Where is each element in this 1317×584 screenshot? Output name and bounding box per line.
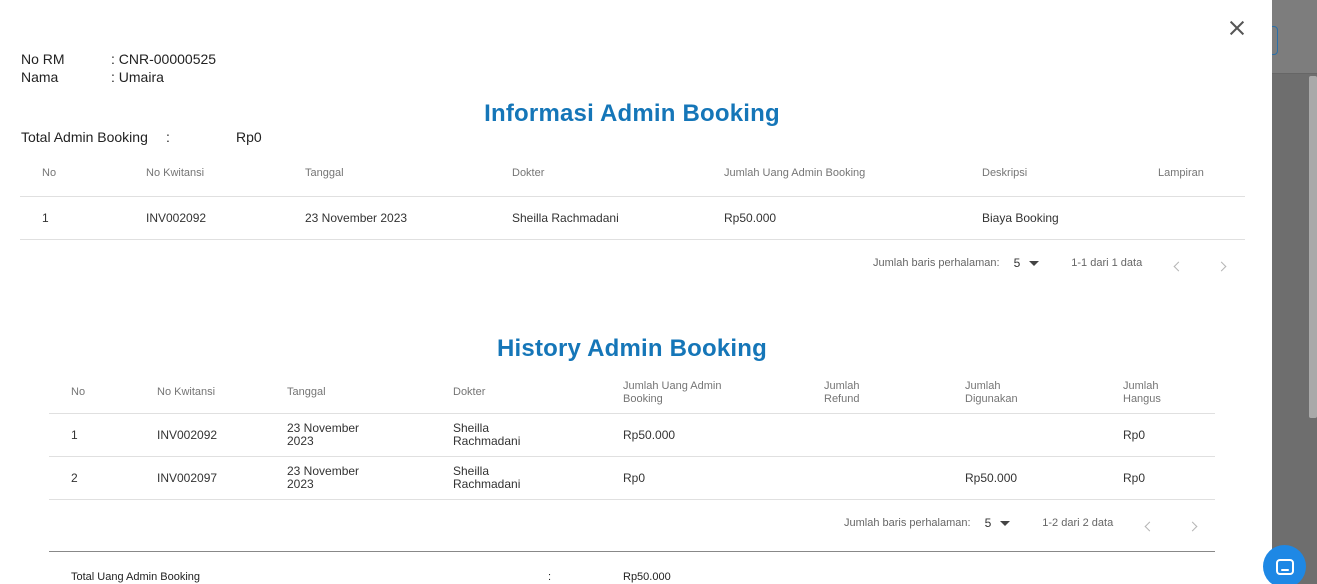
admin-booking-modal: No RM : CNR-00000525 Nama : Umaira Infor… bbox=[0, 0, 1272, 584]
total-separator: : bbox=[166, 129, 170, 145]
info-table: No No Kwitansi Tanggal Dokter Jumlah Uan… bbox=[20, 150, 1245, 240]
history-table-header: No No Kwitansi Tanggal Dokter Jumlah Uan… bbox=[49, 372, 1215, 414]
total-admin-booking: Total Admin Booking : Rp0 bbox=[21, 129, 262, 145]
chevron-left-icon[interactable] bbox=[1139, 516, 1159, 536]
cell: 23 November 2023 bbox=[287, 464, 360, 491]
cell: Rp0 bbox=[623, 470, 646, 485]
chevron-right-icon[interactable] bbox=[1182, 516, 1202, 536]
close-icon[interactable] bbox=[1226, 17, 1248, 39]
col-header: Lampiran bbox=[1158, 167, 1204, 179]
rows-per-page-select[interactable]: 5 bbox=[1014, 256, 1040, 270]
cell: 23 November 2023 bbox=[305, 211, 408, 225]
col-header: No bbox=[42, 167, 57, 179]
pagination-range: 1-1 dari 1 data bbox=[1071, 257, 1143, 269]
cell: Rp0 bbox=[1123, 470, 1146, 485]
table-row: 1 INV002092 23 November 2023 Sheilla Rac… bbox=[49, 414, 1215, 457]
col-header: Dokter bbox=[453, 386, 486, 398]
total-label: Total Admin Booking bbox=[21, 129, 148, 145]
col-header: Jumlah Digunakan bbox=[965, 379, 1018, 405]
col-header: Jumlah Hangus bbox=[1123, 379, 1161, 405]
rows-per-page-label: Jumlah baris perhalaman: bbox=[873, 257, 1000, 269]
col-header: Jumlah Refund bbox=[824, 379, 860, 405]
col-header: Dokter bbox=[512, 167, 545, 179]
rm-value: : CNR-00000525 bbox=[111, 51, 217, 67]
summary-separator: : bbox=[548, 571, 552, 583]
chevron-left-icon[interactable] bbox=[1168, 256, 1188, 276]
info-section-title: Informasi Admin Booking bbox=[484, 100, 780, 127]
background-scrollbar bbox=[1309, 76, 1317, 418]
info-table-header: No No Kwitansi Tanggal Dokter Jumlah Uan… bbox=[20, 150, 1245, 197]
chevron-right-icon[interactable] bbox=[1211, 256, 1231, 276]
col-header: No Kwitansi bbox=[146, 167, 205, 179]
col-header: Tanggal bbox=[305, 167, 344, 179]
col-header: No Kwitansi bbox=[157, 386, 216, 398]
summary-label: Total Uang Admin Booking bbox=[71, 571, 201, 583]
cell: Sheilla Rachmadani bbox=[453, 421, 521, 448]
caret-down-icon bbox=[1000, 520, 1011, 526]
cell: 1 bbox=[71, 427, 78, 442]
caret-down-icon bbox=[1029, 260, 1040, 266]
cell: Rp50.000 bbox=[965, 470, 1018, 485]
cell: Biaya Booking bbox=[982, 211, 1059, 225]
col-header: Deskripsi bbox=[982, 167, 1028, 179]
chat-icon bbox=[1275, 558, 1294, 575]
col-header: Jumlah Uang Admin Booking bbox=[623, 379, 722, 405]
total-value: Rp0 bbox=[236, 129, 262, 145]
divider bbox=[49, 551, 1215, 552]
history-table: No No Kwitansi Tanggal Dokter Jumlah Uan… bbox=[49, 372, 1215, 500]
pagination-range: 1-2 dari 2 data bbox=[1042, 517, 1114, 529]
chat-button[interactable] bbox=[1263, 545, 1306, 584]
cell: 23 November 2023 bbox=[287, 421, 360, 448]
history-pagination: Jumlah baris perhalaman: 5 1-2 dari 2 da… bbox=[844, 516, 1113, 530]
col-header: Tanggal bbox=[287, 386, 326, 398]
cell: INV002097 bbox=[157, 470, 218, 485]
table-row: 2 INV002097 23 November 2023 Sheilla Rac… bbox=[49, 457, 1215, 500]
table-row: 1 INV002092 23 November 2023 Sheilla Rac… bbox=[20, 197, 1245, 240]
background-app-header bbox=[1272, 0, 1317, 74]
cell: INV002092 bbox=[146, 211, 207, 225]
rows-per-page-label: Jumlah baris perhalaman: bbox=[844, 517, 971, 529]
cell: 1 bbox=[42, 211, 49, 225]
cell: 2 bbox=[71, 470, 78, 485]
name-value: : Umaira bbox=[111, 69, 164, 85]
history-section-title: History Admin Booking bbox=[497, 335, 767, 362]
cell: Sheilla Rachmadani bbox=[512, 211, 619, 225]
rows-per-page-select[interactable]: 5 bbox=[985, 516, 1011, 530]
name-label: Nama bbox=[21, 69, 59, 85]
cell: Rp0 bbox=[1123, 427, 1146, 442]
rows-per-page-value: 5 bbox=[1013, 256, 1021, 270]
info-pagination: Jumlah baris perhalaman: 5 1-1 dari 1 da… bbox=[873, 256, 1142, 270]
rows-per-page-value: 5 bbox=[984, 516, 992, 530]
patient-info: No RM : CNR-00000525 Nama : Umaira bbox=[21, 50, 216, 86]
col-header: Jumlah Uang Admin Booking bbox=[724, 167, 866, 179]
cell: Sheilla Rachmadani bbox=[453, 464, 521, 491]
cell: Rp50.000 bbox=[623, 427, 676, 442]
cell: Rp50.000 bbox=[724, 211, 777, 225]
cell: INV002092 bbox=[157, 427, 218, 442]
col-header: No bbox=[71, 386, 86, 398]
total-uang-admin-booking: Total Uang Admin Booking : Rp50.000 bbox=[71, 571, 771, 584]
rm-label: No RM bbox=[21, 51, 65, 67]
summary-value: Rp50.000 bbox=[623, 571, 671, 583]
